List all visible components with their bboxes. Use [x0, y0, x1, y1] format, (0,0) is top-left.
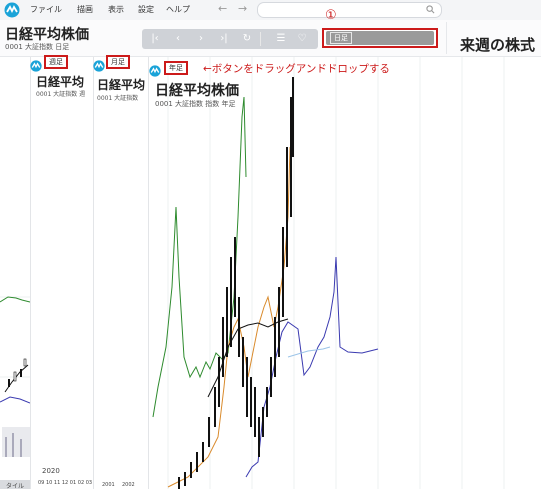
blue-line — [245, 256, 379, 478]
search-input[interactable] — [257, 2, 442, 18]
candles — [178, 77, 294, 489]
first-icon[interactable]: |‹ — [147, 32, 163, 46]
orange-line — [167, 146, 291, 488]
yearly-chart — [152, 57, 505, 489]
menu-file[interactable]: ファイル — [30, 4, 62, 15]
menu-bar: ファイル 描画 表示 設定 ヘルプ ← → — [0, 0, 541, 21]
panel-logo-icon — [93, 57, 105, 72]
heart-icon[interactable]: ♡ — [294, 32, 310, 46]
weekly-badge[interactable]: 週足 — [44, 55, 68, 69]
prev-icon[interactable]: ‹ — [170, 32, 186, 46]
yearly-subtitle: 0001 大証指数 指数 年足 — [155, 100, 236, 108]
yearly-title: 日経平均株価 — [155, 83, 239, 99]
last-icon[interactable]: ›| — [216, 32, 232, 46]
yearly-badge[interactable]: 年足 — [164, 61, 188, 75]
weekly-title: 日経平均 — [36, 75, 85, 89]
monthly-axis-label: 2001 — [102, 482, 115, 488]
forward-arrow-icon[interactable]: → — [238, 2, 247, 15]
weekly-chart-panel[interactable] — [30, 57, 94, 489]
timeframe-value[interactable]: 日足 — [330, 32, 352, 44]
monthly-axis-label: 2002 — [122, 482, 135, 488]
timeframe-select[interactable]: 日足 — [326, 31, 434, 45]
drag-instruction: ←ボタンをドラッグアンドドロップする — [203, 63, 390, 75]
menu-settings[interactable]: 設定 — [138, 4, 154, 15]
monthly-subtitle: 0001 大証指数 — [97, 95, 139, 102]
app-logo-icon — [4, 2, 20, 18]
next-week-title: 来週の株式 — [460, 36, 536, 54]
weekly-year-label: 2020 — [42, 467, 60, 475]
page-title: 日経平均株価 — [5, 27, 89, 43]
search-icon[interactable] — [426, 5, 435, 14]
step-marker: ① — [325, 8, 337, 23]
menu-draw[interactable]: 描画 — [77, 4, 93, 15]
page-subtitle: 0001 大証指数 日足 — [5, 43, 70, 51]
tile-tab[interactable]: タイル — [0, 480, 30, 490]
weekly-date-axis: 09 10 11 12 01 02 03 — [38, 480, 93, 486]
daily-chart — [0, 296, 30, 457]
chart-nav-buttons: |‹ ‹ › ›| ↻ ☰ ♡ — [142, 29, 318, 49]
menu-help[interactable]: ヘルプ — [166, 4, 190, 15]
menu-view[interactable]: 表示 — [108, 4, 124, 15]
monthly-title: 日経平均 — [97, 78, 146, 92]
back-arrow-icon[interactable]: ← — [218, 2, 227, 15]
list-icon[interactable]: ☰ — [273, 32, 289, 46]
weekly-subtitle: 0001 大証指数 週 — [36, 91, 86, 98]
panel-logo-icon — [30, 57, 42, 72]
divider — [260, 32, 261, 46]
green-line — [152, 96, 247, 418]
monthly-badge[interactable]: 月足 — [106, 55, 130, 69]
next-icon[interactable]: › — [193, 32, 209, 46]
monthly-chart-panel[interactable] — [93, 57, 149, 489]
panel-logo-icon — [149, 62, 161, 77]
refresh-icon[interactable]: ↻ — [239, 32, 255, 46]
divider — [446, 22, 447, 54]
